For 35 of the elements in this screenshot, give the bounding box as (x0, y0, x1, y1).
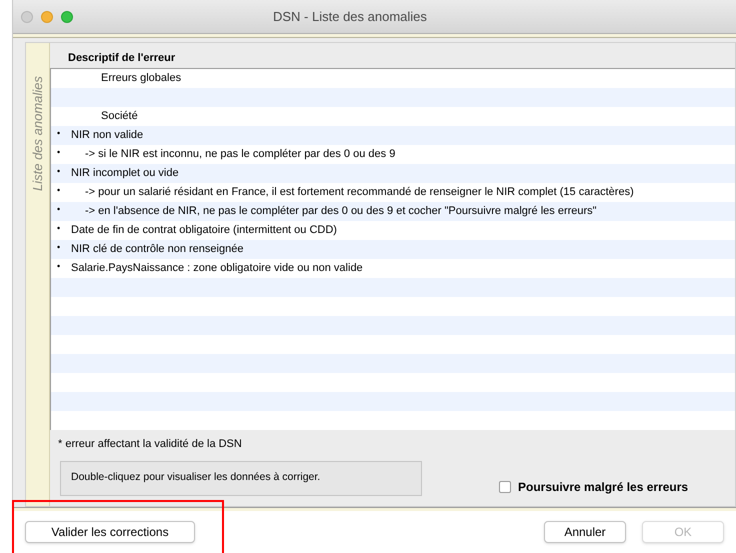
close-icon[interactable] (21, 10, 33, 22)
error-text: Date de fin de contrat obligatoire (intermittent ou CDD) (71, 223, 337, 238)
bullet: • (57, 148, 62, 157)
error-text: -> si le NIR est inconnu, ne pas le compléter par des 0 ou des 9 (84, 147, 396, 162)
error-text: Société (101, 109, 138, 124)
table-row[interactable]: • NIR clé de contrôle non renseignée (51, 240, 735, 259)
error-text: Salarie.PaysNaissance : zone obligatoire vide ou non valide (71, 261, 363, 276)
table-row[interactable]: • NIR incomplet ou vide (51, 164, 735, 183)
bullet: • (57, 129, 62, 138)
zoom-icon[interactable] (61, 10, 73, 22)
minimize-icon[interactable] (41, 10, 53, 22)
hint-text: Double-cliquez pour visualiser les données à corriger. (71, 470, 320, 486)
error-text: NIR non valide (71, 128, 144, 144)
error-text: NIR incomplet ou vide (71, 166, 179, 182)
side-tab-label: Liste des anomalies (28, 75, 46, 191)
error-text: NIR clé de contrôle non renseignée (71, 242, 244, 258)
error-text: -> pour un salarié résidant en France, il est fortement recommandé de renseigner le NIR complet (15 caractères) (84, 185, 634, 200)
bullet: • (57, 186, 62, 195)
column-header[interactable]: Descriptif de l'erreur (68, 50, 176, 66)
error-text: Erreurs globales (101, 71, 182, 86)
error-text: -> en l'absence de NIR, ne pas le compléter par des 0 ou des 9 et cocher "Poursuivre malgré les erreurs" (84, 204, 597, 220)
continue-checkbox[interactable]: Poursuivre malgré les erreurs (499, 478, 688, 496)
bullet: • (57, 224, 62, 233)
dialog-button[interactable]: Valider les corrections (25, 521, 195, 543)
window-title: DSN - Liste des anomalies (273, 8, 427, 26)
footnote: * erreur affectant la validité de la DSN (58, 437, 243, 452)
table-row[interactable]: • -> en l'absence de NIR, ne pas le compléter par des 0 ou des 9 et cocher "Poursuivre malgré les erreurs" (51, 202, 735, 221)
bullet: • (57, 243, 62, 252)
table-row[interactable]: • NIR non valide (51, 126, 735, 145)
bullet: • (57, 167, 62, 176)
bullet: • (57, 262, 62, 271)
bullet: • (57, 205, 62, 214)
empty-row[interactable] (51, 88, 735, 107)
checkbox[interactable] (499, 480, 511, 492)
dialog-button[interactable]: Annuler (544, 521, 626, 543)
